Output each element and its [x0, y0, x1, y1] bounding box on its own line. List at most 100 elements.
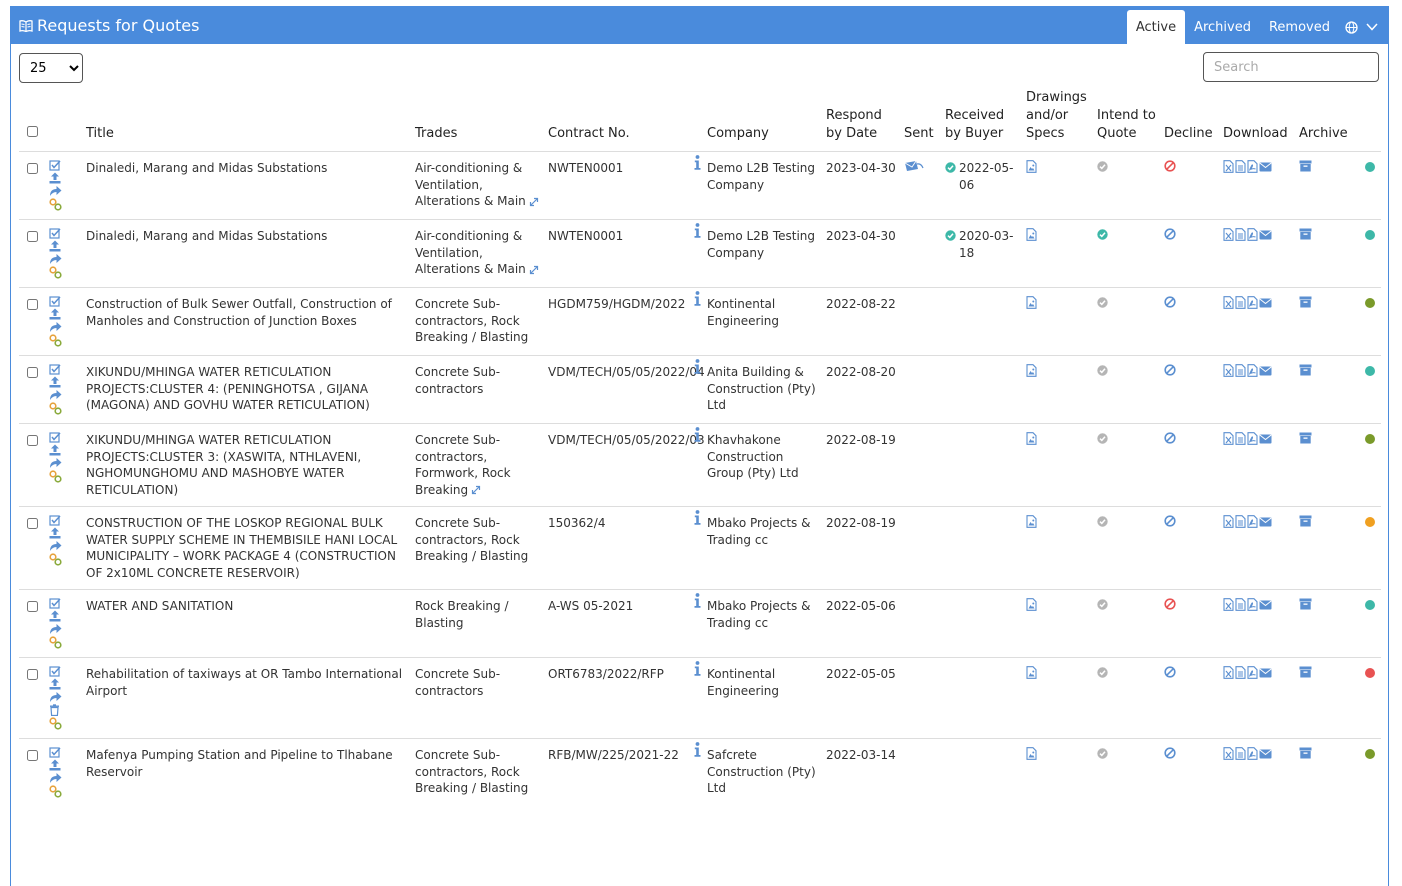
row-checkbox[interactable]	[26, 669, 38, 680]
chevron-down-icon[interactable]	[1366, 23, 1378, 31]
archive-icon[interactable]	[1299, 432, 1312, 444]
rfq-title[interactable]: WATER AND SANITATION	[82, 589, 411, 658]
email-icon[interactable]	[1259, 517, 1272, 527]
image-file-icon[interactable]	[1026, 228, 1037, 241]
image-file-icon[interactable]	[1026, 747, 1037, 760]
col-respond[interactable]: Respond by Date	[822, 85, 900, 152]
archive-icon[interactable]	[1299, 160, 1312, 172]
excel-file-icon[interactable]	[1223, 228, 1234, 241]
checklist-icon[interactable]	[49, 364, 61, 375]
col-drawings[interactable]: Drawings and/or Specs	[1022, 85, 1093, 152]
col-decline[interactable]: Decline	[1160, 85, 1219, 152]
checklist-icon[interactable]	[49, 160, 61, 171]
share-icon[interactable]	[49, 185, 62, 197]
globe-icon[interactable]	[1345, 20, 1358, 34]
decline-icon[interactable]	[1164, 598, 1176, 610]
link-icon[interactable]	[49, 266, 62, 279]
checklist-icon[interactable]	[49, 666, 61, 677]
archive-icon[interactable]	[1299, 666, 1312, 678]
upload-icon[interactable]	[49, 610, 61, 622]
decline-icon[interactable]	[1164, 228, 1176, 240]
word-file-icon[interactable]	[1235, 598, 1246, 611]
row-checkbox[interactable]	[26, 299, 38, 310]
decline-icon[interactable]	[1164, 364, 1176, 376]
info-icon[interactable]	[694, 291, 701, 306]
link-icon[interactable]	[49, 717, 62, 730]
email-icon[interactable]	[1259, 668, 1272, 678]
upload-icon[interactable]	[49, 308, 61, 320]
col-contract[interactable]: Contract No.	[544, 85, 703, 152]
rfq-title[interactable]: XIKUNDU/MHINGA WATER RETICULATION PROJEC…	[82, 423, 411, 507]
share-icon[interactable]	[49, 457, 62, 469]
image-file-icon[interactable]	[1026, 160, 1037, 173]
checklist-icon[interactable]	[49, 228, 61, 239]
rfq-title[interactable]: Dinaledi, Marang and Midas Substations	[82, 151, 411, 220]
decline-icon[interactable]	[1164, 747, 1176, 759]
decline-icon[interactable]	[1164, 432, 1176, 444]
intend-to-quote-icon[interactable]	[1097, 297, 1108, 308]
share-icon[interactable]	[49, 691, 62, 703]
upload-icon[interactable]	[49, 172, 61, 184]
image-file-icon[interactable]	[1026, 515, 1037, 528]
archive-icon[interactable]	[1299, 515, 1312, 527]
col-company[interactable]: Company	[703, 85, 822, 152]
tab-archived[interactable]: Archived	[1185, 10, 1260, 44]
tab-removed[interactable]: Removed	[1260, 10, 1339, 44]
col-intend[interactable]: Intend to Quote	[1093, 85, 1160, 152]
checklist-icon[interactable]	[49, 515, 61, 526]
word-file-icon[interactable]	[1235, 160, 1246, 173]
word-file-icon[interactable]	[1235, 432, 1246, 445]
info-icon[interactable]	[694, 661, 701, 676]
link-icon[interactable]	[49, 334, 62, 347]
pdf-file-icon[interactable]	[1247, 598, 1258, 611]
intend-to-quote-icon[interactable]	[1097, 748, 1108, 759]
rfq-title[interactable]: Mafenya Pumping Station and Pipeline to …	[82, 738, 411, 806]
email-icon[interactable]	[1259, 298, 1272, 308]
archive-icon[interactable]	[1299, 598, 1312, 610]
image-file-icon[interactable]	[1026, 296, 1037, 309]
upload-icon[interactable]	[49, 376, 61, 388]
info-icon[interactable]	[694, 510, 701, 525]
email-icon[interactable]	[1259, 600, 1272, 610]
upload-icon[interactable]	[49, 527, 61, 539]
email-icon[interactable]	[1259, 230, 1272, 240]
link-icon[interactable]	[49, 470, 62, 483]
decline-icon[interactable]	[1164, 296, 1176, 308]
row-checkbox[interactable]	[26, 601, 38, 612]
word-file-icon[interactable]	[1235, 228, 1246, 241]
link-icon[interactable]	[49, 636, 62, 649]
link-icon[interactable]	[49, 553, 62, 566]
email-icon[interactable]	[1259, 749, 1272, 759]
word-file-icon[interactable]	[1235, 515, 1246, 528]
col-trades[interactable]: Trades	[411, 85, 544, 152]
intend-to-quote-icon[interactable]	[1097, 433, 1108, 444]
intend-to-quote-icon[interactable]	[1097, 516, 1108, 527]
checklist-icon[interactable]	[49, 598, 61, 609]
excel-file-icon[interactable]	[1223, 364, 1234, 377]
pdf-file-icon[interactable]	[1247, 160, 1258, 173]
pdf-file-icon[interactable]	[1247, 296, 1258, 309]
trash-icon[interactable]	[49, 704, 60, 716]
row-checkbox[interactable]	[26, 231, 38, 242]
upload-icon[interactable]	[49, 240, 61, 252]
email-icon[interactable]	[1259, 366, 1272, 376]
excel-file-icon[interactable]	[1223, 666, 1234, 679]
checklist-icon[interactable]	[49, 296, 61, 307]
rfq-title[interactable]: Dinaledi, Marang and Midas Substations	[82, 219, 411, 288]
row-checkbox[interactable]	[26, 163, 38, 174]
pdf-file-icon[interactable]	[1247, 432, 1258, 445]
info-icon[interactable]	[694, 223, 701, 238]
excel-file-icon[interactable]	[1223, 747, 1234, 760]
col-title[interactable]: Title	[82, 85, 411, 152]
email-icon[interactable]	[1259, 162, 1272, 172]
word-file-icon[interactable]	[1235, 666, 1246, 679]
pdf-file-icon[interactable]	[1247, 515, 1258, 528]
tab-active[interactable]: Active	[1126, 10, 1186, 44]
upload-icon[interactable]	[49, 678, 61, 690]
col-received[interactable]: Received by Buyer	[941, 85, 1022, 152]
intend-to-quote-icon[interactable]	[1097, 667, 1108, 678]
intend-to-quote-icon[interactable]	[1097, 229, 1108, 240]
image-file-icon[interactable]	[1026, 432, 1037, 445]
upload-icon[interactable]	[49, 444, 61, 456]
intend-to-quote-icon[interactable]	[1097, 599, 1108, 610]
